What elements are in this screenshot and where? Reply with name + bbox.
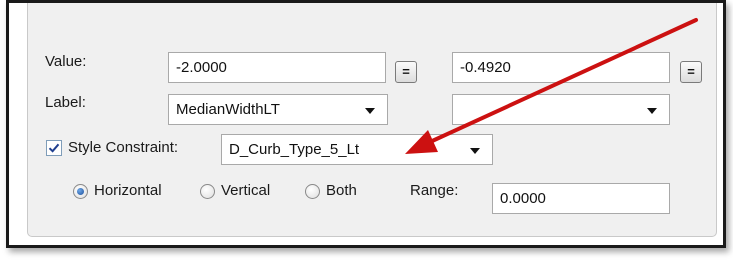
label-combo-2[interactable] [452, 94, 670, 125]
range-label: Range: [410, 182, 459, 199]
style-constraint-combo-value: D_Curb_Type_5_Lt [229, 141, 360, 158]
label-label: Label: [45, 94, 86, 111]
range-field[interactable]: 0.0000 [492, 183, 670, 214]
label-combo-1-value: MedianWidthLT [176, 101, 280, 118]
vertical-radio-label: Vertical [221, 182, 271, 199]
constraint-panel: Value: -2.0000 = -0.4920 = Label: Median… [27, 3, 717, 237]
style-constraint-checkbox[interactable] [46, 140, 62, 156]
vertical-radio[interactable] [200, 184, 215, 199]
chevron-down-icon [470, 148, 480, 154]
both-radio-label: Both [326, 182, 357, 199]
value-label: Value: [45, 53, 87, 70]
equals-button-1[interactable]: = [395, 61, 417, 83]
style-constraint-combo[interactable]: D_Curb_Type_5_Lt [221, 134, 493, 165]
horizontal-radio[interactable] [73, 184, 88, 199]
checkmark-icon [48, 143, 60, 153]
chevron-down-icon [647, 108, 657, 114]
chevron-down-icon [365, 108, 375, 114]
label-combo-1[interactable]: MedianWidthLT [168, 94, 388, 125]
value-field-2[interactable]: -0.4920 [452, 52, 670, 83]
style-constraint-label: Style Constraint: [68, 139, 179, 156]
both-radio[interactable] [305, 184, 320, 199]
screenshot-frame: Value: -2.0000 = -0.4920 = Label: Median… [6, 0, 726, 248]
horizontal-radio-label: Horizontal [94, 182, 162, 199]
value-field-1[interactable]: -2.0000 [168, 52, 386, 83]
equals-button-2[interactable]: = [680, 61, 702, 83]
